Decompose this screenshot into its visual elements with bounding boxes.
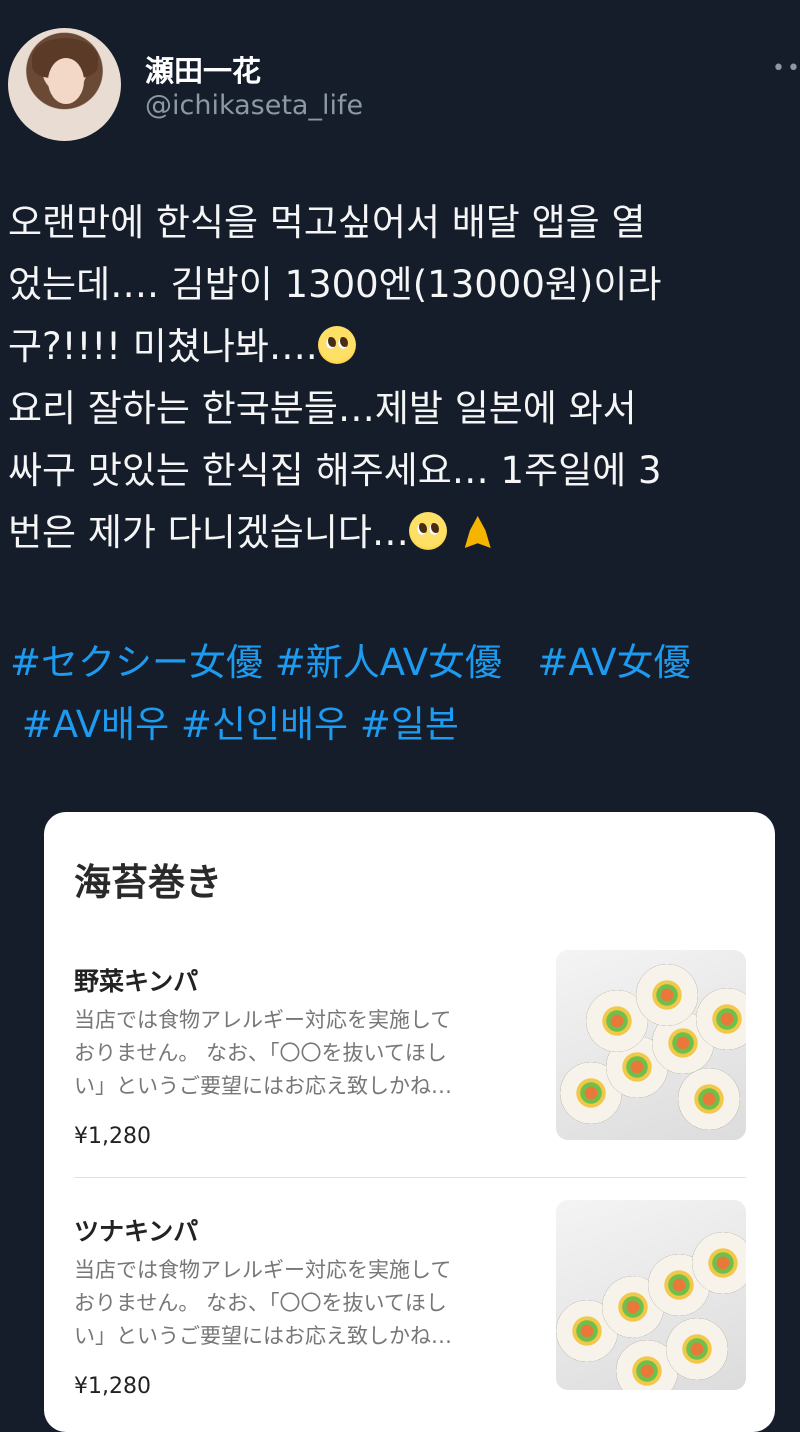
kimbap-photo <box>556 950 746 1140</box>
kimbap-slice <box>692 1232 746 1294</box>
hashtag-link[interactable]: #일본 <box>360 703 459 746</box>
hashtag-row: #セクシー女優 #新人AV女優 #AV女優 <box>10 632 800 694</box>
hashtag-row: #AV배우 #신인배우 #일본 <box>10 694 800 756</box>
tweet-line: 었는데…. 김밥이 1300엔(13000원)이라 <box>8 263 662 306</box>
tweet-line: 오랜만에 한식을 먹고싶어서 배달 앱을 열 <box>8 201 646 244</box>
hashtag-link[interactable]: #新人AV女優 <box>275 641 502 684</box>
menu-item-price: ¥1,280 <box>74 1374 151 1399</box>
hashtag-link[interactable]: #AV女優 <box>537 641 690 684</box>
menu-divider <box>74 1177 746 1178</box>
menu-item-name: ツナキンパ <box>74 1217 199 1246</box>
tweet-line: 싸구 맛있는 한식집 해주세요… 1주일에 3 <box>8 449 662 492</box>
hashtag-link[interactable]: #AV배우 <box>22 703 169 746</box>
menu-item-name: 野菜キンパ <box>74 967 199 996</box>
pleading-face-icon <box>408 512 447 550</box>
kimbap-slice <box>666 1318 728 1380</box>
menu-item-price: ¥1,280 <box>74 1124 151 1149</box>
menu-item-description: 当店では食物アレルギー対応を実施して おりません。 なお、「〇〇を抜いてほし い… <box>74 1254 524 1353</box>
more-horizontal-icon[interactable]: ••• <box>772 56 800 81</box>
description-line: い」というご要望にはお応え致しかね… <box>74 1074 452 1098</box>
kimbap-slice <box>678 1068 740 1130</box>
kimbap-photo <box>556 1200 746 1390</box>
hashtag-link[interactable]: #신인배우 <box>181 703 348 746</box>
display-name[interactable]: 瀬田一花 <box>145 48 261 90</box>
description-line: 当店では食物アレルギー対応を実施して <box>74 1008 452 1032</box>
description-line: い」というご要望にはお応え致しかね… <box>74 1324 452 1348</box>
menu-item-description: 当店では食物アレルギー対応を実施して おりません。 なお、「〇〇を抜いてほし い… <box>74 1004 524 1103</box>
hashtag-list: #セクシー女優 #新人AV女優 #AV女優 #AV배우 #신인배우 #일본 <box>10 632 800 756</box>
menu-section-title: 海苔巻き <box>74 861 222 904</box>
kimbap-slice <box>636 964 698 1026</box>
avatar-face <box>48 58 84 104</box>
tweet-line: 구?!!!! 미쳤나봐…. <box>8 316 798 378</box>
description-line: 当店では食物アレルギー対応を実施して <box>74 1258 452 1282</box>
tweet-line-text: 번은 제가 다니겠습니다… <box>8 511 409 554</box>
folded-hands-icon <box>459 512 497 550</box>
tweet-line: 번은 제가 다니겠습니다… <box>8 502 798 564</box>
description-line: おりません。 なお、「〇〇を抜いてほし <box>74 1291 447 1315</box>
pleading-face-icon <box>317 326 356 364</box>
description-line: おりません。 なお、「〇〇を抜いてほし <box>74 1041 447 1065</box>
user-handle[interactable]: @ichikaseta_life <box>145 90 363 121</box>
avatar[interactable] <box>8 28 121 141</box>
hashtag-link[interactable]: #セクシー女優 <box>10 641 263 684</box>
tweet-body: 오랜만에 한식을 먹고싶어서 배달 앱을 열 었는데…. 김밥이 1300엔(1… <box>8 192 798 564</box>
tweet-line: 요리 잘하는 한국분들…제발 일본에 와서 <box>8 387 637 430</box>
attached-image-card[interactable]: 海苔巻き 野菜キンパ 当店では食物アレルギー対応を実施して おりません。 なお、… <box>44 812 775 1432</box>
tweet-line-text: 구?!!!! 미쳤나봐…. <box>8 325 318 368</box>
